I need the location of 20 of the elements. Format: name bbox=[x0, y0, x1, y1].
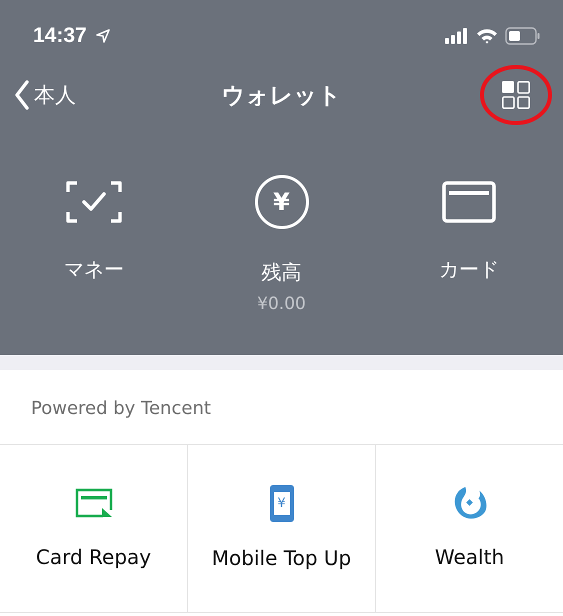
signal-icon bbox=[445, 28, 469, 44]
service-tile[interactable]: Card Repay bbox=[0, 445, 187, 612]
grid-menu-icon[interactable] bbox=[501, 80, 531, 110]
balance-amount: ¥0.00 bbox=[257, 294, 306, 314]
page-title: ウォレット bbox=[222, 82, 342, 110]
wallet-label[interactable]: 残高 bbox=[262, 259, 302, 286]
back-chevron-icon bbox=[14, 80, 30, 110]
service-tile[interactable]: ¥ Mobile Top Up bbox=[187, 445, 375, 612]
card-icon[interactable] bbox=[442, 178, 496, 226]
section-caption: Powered by Tencent bbox=[30, 397, 212, 421]
wallet-label[interactable]: マネー bbox=[64, 256, 124, 283]
service-tile[interactable]: Wealth bbox=[375, 445, 563, 612]
status-time: 14:37 bbox=[33, 24, 87, 48]
location-arrow-icon bbox=[96, 29, 110, 43]
back-button[interactable]: 本人 bbox=[14, 80, 76, 110]
yen-coin-icon[interactable]: ¥ bbox=[254, 175, 308, 229]
battery-icon bbox=[505, 27, 541, 45]
phone-yen-icon: ¥ bbox=[270, 485, 294, 522]
wifi-icon bbox=[476, 28, 498, 44]
wallet-label[interactable]: カード bbox=[439, 256, 500, 283]
